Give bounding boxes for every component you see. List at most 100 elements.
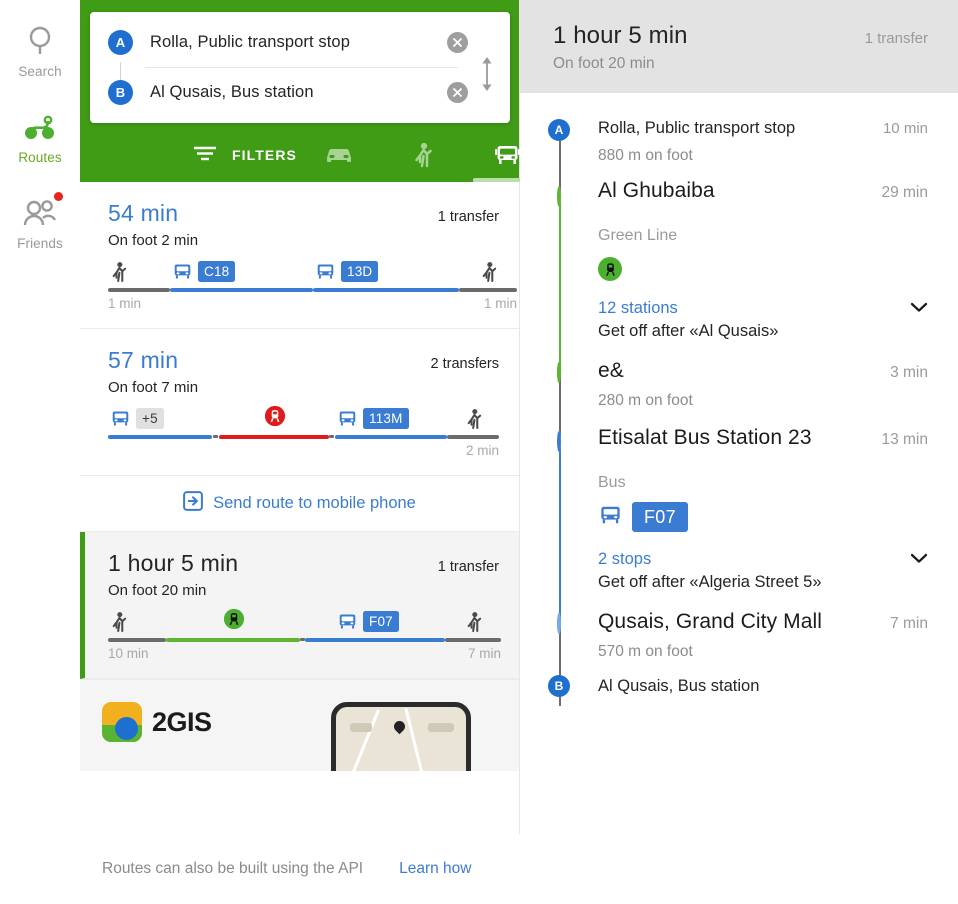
timeline-step[interactable]: Al Ghubaiba 29 min Green Line 12 station… xyxy=(520,179,958,433)
more-routes-badge: +5 xyxy=(136,408,164,429)
segment-bar xyxy=(108,638,166,642)
details-header: 1 hour 5 min 1 transfer On foot 20 min xyxy=(520,0,958,93)
tab-car[interactable] xyxy=(297,128,381,182)
pedestrian-icon xyxy=(467,611,482,632)
stop-header: Etisalat Bus Station 23 13 min xyxy=(598,426,928,450)
pedestrian-icon xyxy=(112,611,127,632)
segment-icons xyxy=(219,405,329,432)
learn-how-link[interactable]: Learn how xyxy=(399,860,471,878)
station-ring-icon xyxy=(557,186,561,207)
timeline-step[interactable]: B Al Qusais, Bus station xyxy=(520,675,958,716)
filters-bar: FILTERS xyxy=(80,128,541,182)
sidebar-item-friends[interactable]: Friends xyxy=(0,186,80,272)
route-summary: 1 hour 5 min 1 transfer xyxy=(108,550,499,577)
route-option-card-selected[interactable]: 1 hour 5 min 1 transfer On foot 20 min 1… xyxy=(80,532,519,679)
transport-mode-tabs xyxy=(297,128,549,182)
expand-stops-row[interactable]: 2 stops xyxy=(598,550,928,569)
send-route-to-phone-button[interactable]: Send route to mobile phone xyxy=(80,476,519,532)
route-number-badge: F07 xyxy=(363,611,399,632)
route-badge-row: F07 xyxy=(598,502,928,532)
expand-stations-row[interactable]: 12 stations xyxy=(598,299,928,318)
segment-icons: 113M xyxy=(335,405,447,432)
clear-destination-icon[interactable] xyxy=(447,82,468,103)
stop-dot-icon xyxy=(557,613,561,634)
route-summary: 54 min 1 transfer xyxy=(108,200,499,227)
segment-icons xyxy=(447,405,499,432)
timeline-step[interactable]: e& 3 min 280 m on foot xyxy=(520,359,958,455)
line-kind-label: Bus xyxy=(598,474,626,491)
segment-icons: C18 xyxy=(170,258,313,285)
routes-icon xyxy=(24,108,56,148)
filters-button[interactable]: FILTERS xyxy=(80,144,297,167)
segment-transit: +5 xyxy=(108,405,212,461)
details-summary: 1 hour 5 min 1 transfer xyxy=(553,22,928,50)
segment-bar xyxy=(459,288,517,292)
phone-mockup-image xyxy=(331,702,471,771)
segment-label: 1 min xyxy=(483,296,517,311)
node-marker-dot-green xyxy=(557,362,561,383)
route-option-card[interactable]: 57 min 2 transfers On foot 7 min +5 113M… xyxy=(80,329,519,476)
segment-label xyxy=(108,443,212,461)
route-details-panel: 1 hour 5 min 1 transfer On foot 20 min A… xyxy=(520,0,958,904)
node-marker-a: A xyxy=(548,119,570,141)
route-transfers: 2 transfers xyxy=(430,356,500,372)
route-search-card: A B xyxy=(90,12,510,123)
stop-walk-distance: 570 m on foot xyxy=(598,643,693,660)
route-on-foot: On foot 7 min xyxy=(108,379,199,396)
segment-icons: 13D xyxy=(313,258,459,285)
segment-bar xyxy=(166,638,300,642)
stop-duration: 29 min xyxy=(881,184,928,201)
timeline-step[interactable]: Etisalat Bus Station 23 13 min Bus F07 2… xyxy=(520,426,958,688)
filters-icon xyxy=(192,144,218,167)
station-ring-icon xyxy=(557,431,561,452)
stops-count-link[interactable]: 2 stops xyxy=(598,550,651,569)
timeline-step[interactable]: Qusais, Grand City Mall 7 min 570 m on f… xyxy=(520,610,958,706)
bus-icon xyxy=(339,411,356,426)
bus-icon xyxy=(494,146,520,164)
segment-label: 1 min xyxy=(108,296,142,311)
chevron-down-icon[interactable] xyxy=(910,300,928,318)
stop-walk-distance: 880 m on foot xyxy=(598,147,693,164)
timeline-step[interactable]: A Rolla, Public transport stop 10 min 88… xyxy=(520,93,958,219)
origin-row[interactable]: A xyxy=(90,18,510,84)
sidebar-item-routes[interactable]: Routes xyxy=(0,100,80,186)
route-timeline: A Rolla, Public transport stop 10 min 88… xyxy=(520,93,958,716)
stop-name: Al Ghubaiba xyxy=(598,179,715,202)
metro-icon-green xyxy=(598,257,622,281)
pedestrian-icon xyxy=(112,261,127,282)
destination-row[interactable]: B xyxy=(90,68,510,117)
route-transfers: 1 transfer xyxy=(437,209,499,225)
swap-endpoints-button[interactable] xyxy=(474,52,500,96)
sidebar-item-search[interactable]: Search xyxy=(0,14,80,100)
line-icon-row xyxy=(598,257,928,281)
pin-b-icon: B xyxy=(548,675,570,697)
segment-bar xyxy=(108,435,212,439)
stations-count-link[interactable]: 12 stations xyxy=(598,299,678,318)
stop-duration: 10 min xyxy=(882,120,928,137)
stop-name: Rolla, Public transport stop xyxy=(598,119,796,137)
segment-transit: 13D xyxy=(313,258,459,314)
origin-input[interactable] xyxy=(150,33,447,52)
segment-bar xyxy=(447,435,499,439)
car-icon xyxy=(327,149,351,162)
destination-input[interactable] xyxy=(150,83,447,102)
sidebar-item-label: Search xyxy=(18,64,62,79)
tab-pedestrian[interactable] xyxy=(381,128,465,182)
segment-bar xyxy=(335,435,447,439)
route-number-badge: F07 xyxy=(632,502,688,532)
segment-icons xyxy=(108,258,170,285)
segment-bar xyxy=(218,435,329,439)
stop-header: Al Qusais, Bus station xyxy=(598,677,928,696)
segment-walk: 1 min xyxy=(108,258,170,314)
node-marker-ring-blue xyxy=(557,431,561,452)
route-duration: 1 hour 5 min xyxy=(108,550,239,576)
route-segments: 1 min C18 13D 1 min xyxy=(108,258,517,314)
chevron-down-icon[interactable] xyxy=(910,551,928,569)
app-promo-banner[interactable]: 2GIS xyxy=(80,679,519,771)
segment-icons xyxy=(166,608,300,635)
stop-name: Qusais, Grand City Mall xyxy=(598,610,823,633)
segment-walk: 7 min xyxy=(445,608,501,664)
route-summary: 57 min 2 transfers xyxy=(108,347,499,374)
route-option-card[interactable]: 54 min 1 transfer On foot 2 min 1 min C1… xyxy=(80,182,519,329)
clear-origin-icon[interactable] xyxy=(447,32,468,53)
